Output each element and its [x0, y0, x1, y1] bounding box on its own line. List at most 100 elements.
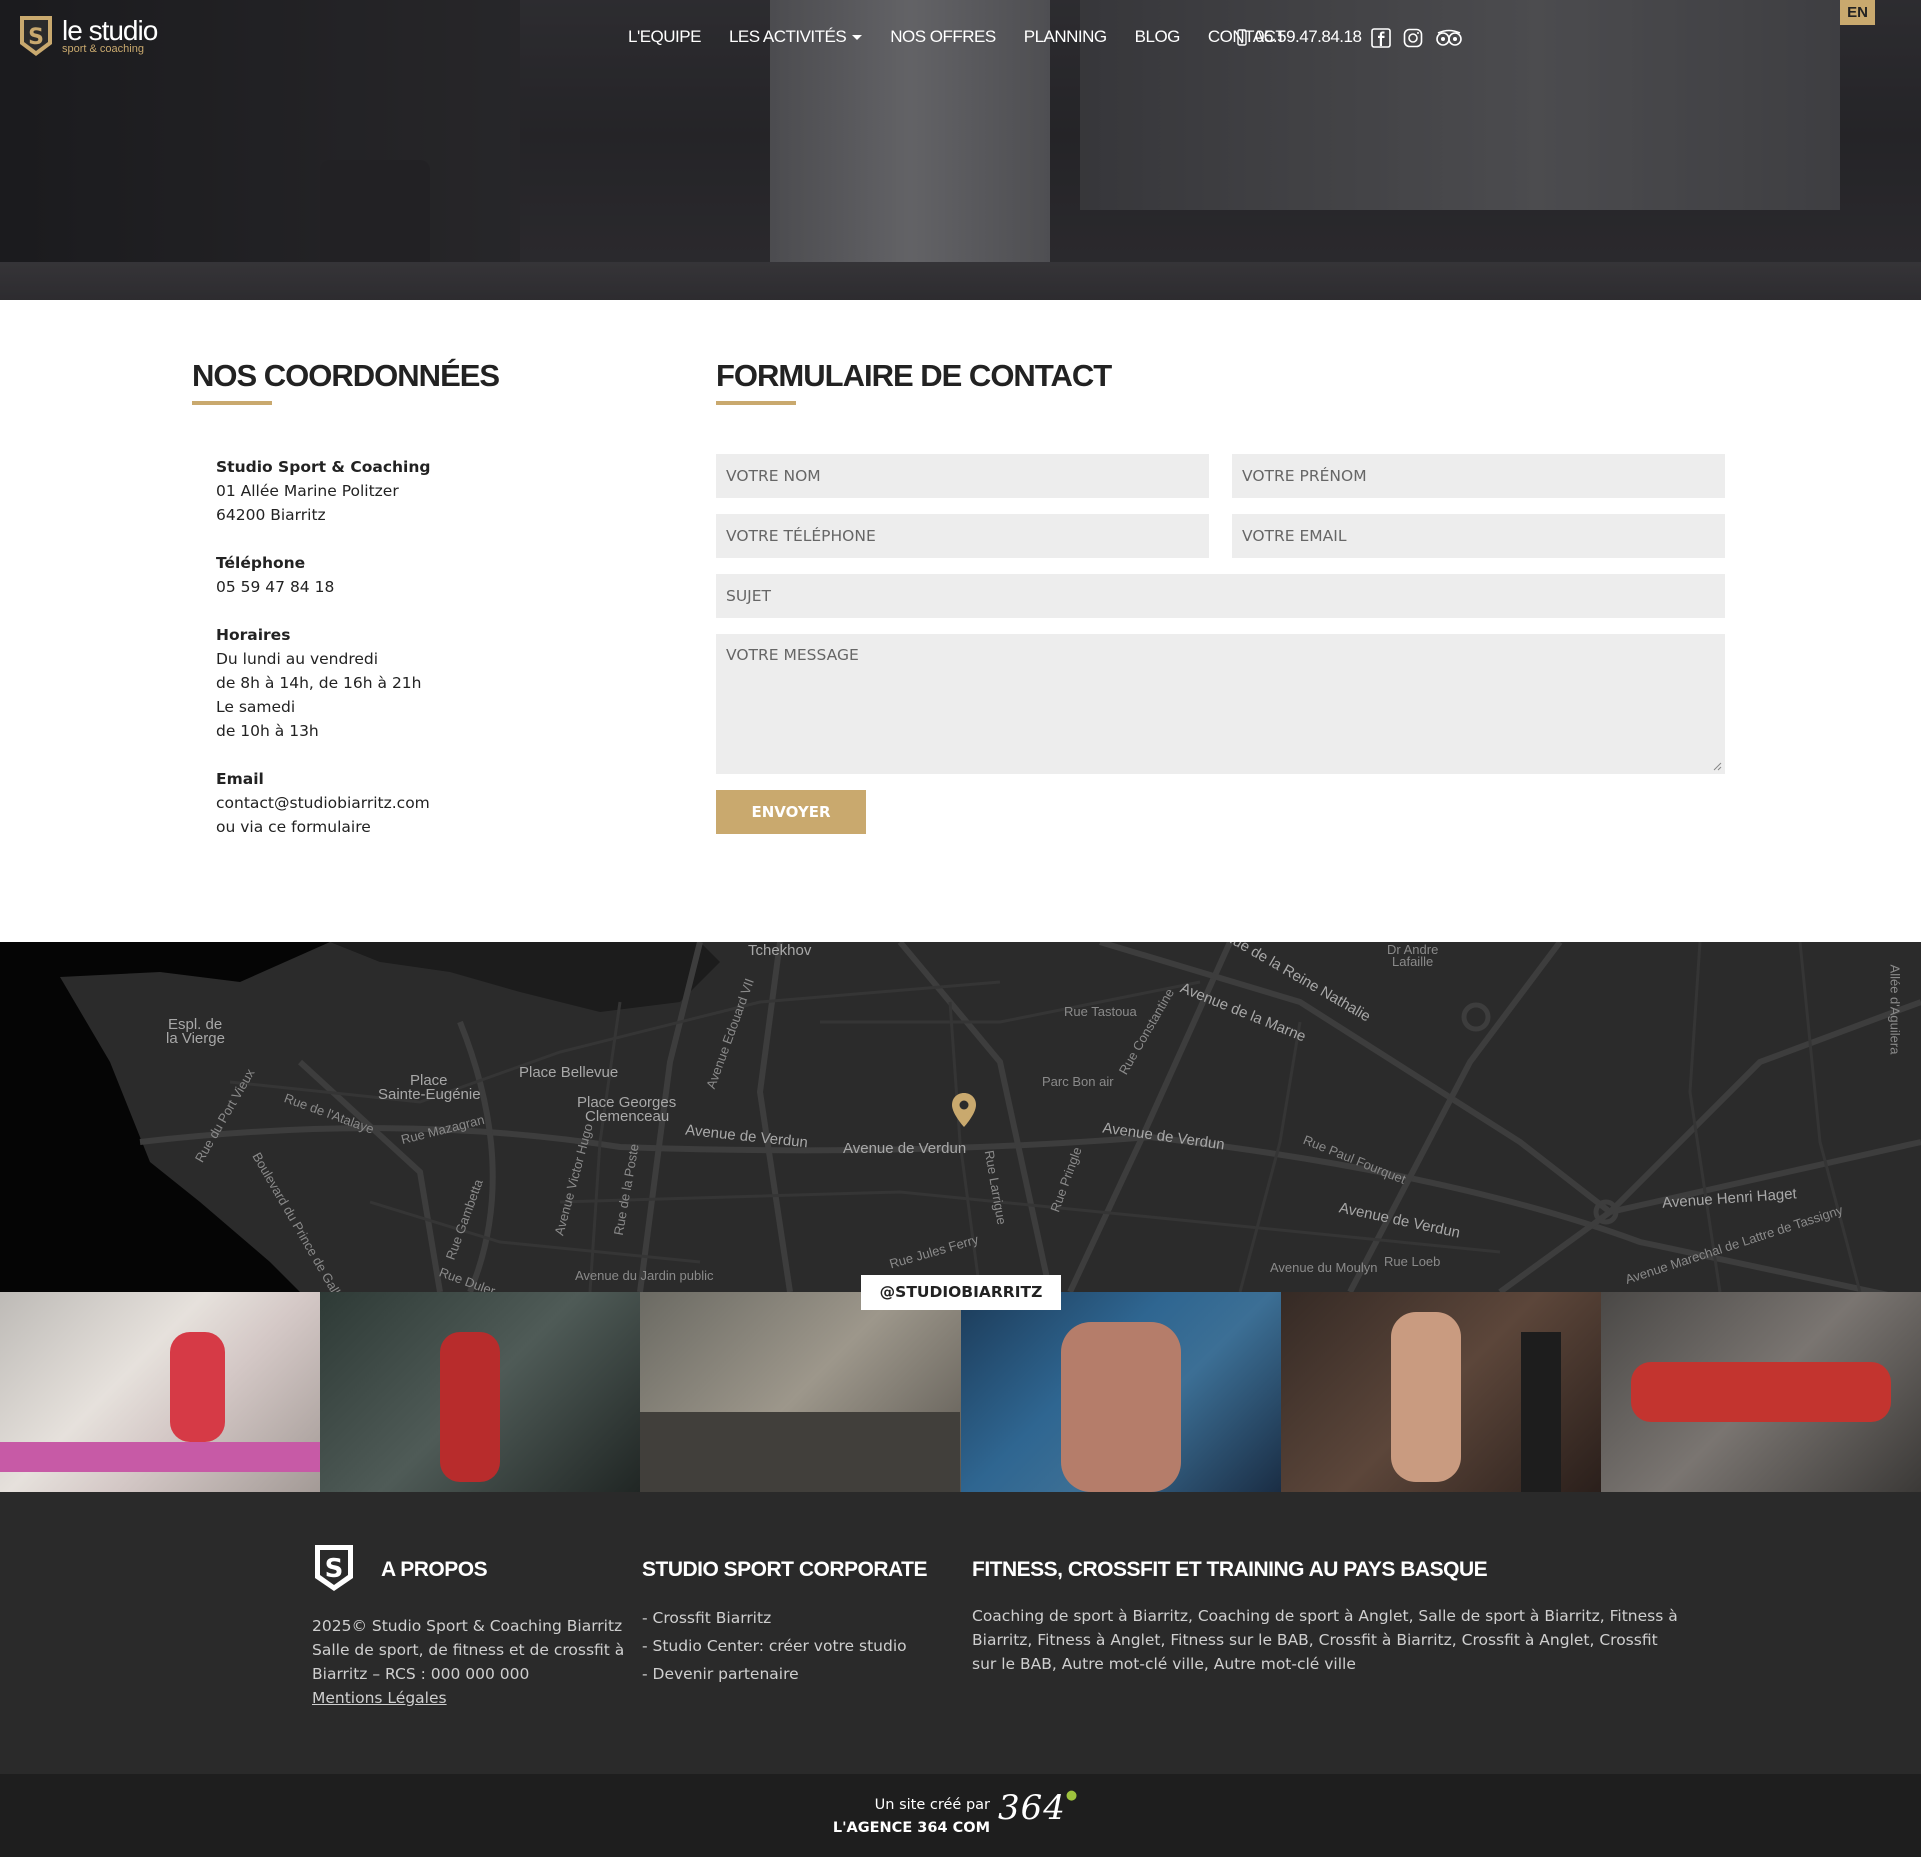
- nav-item-activites[interactable]: LES ACTIVITÉS: [728, 27, 863, 47]
- instagram-photo[interactable]: [640, 1292, 961, 1492]
- language-switch[interactable]: EN: [1840, 0, 1875, 25]
- degree-icon: ●: [1065, 1788, 1079, 1803]
- nav-item-blog[interactable]: BLOG: [1135, 27, 1181, 47]
- map-label: Allée d'Aguilera: [1887, 964, 1903, 1055]
- telephone-input[interactable]: VOTRE TÉLÉPHONE: [716, 514, 1209, 558]
- phone-label: Téléphone: [216, 554, 306, 572]
- sujet-placeholder: SUJET: [726, 587, 772, 605]
- credits-line-1: Un site créé par: [874, 1797, 990, 1813]
- resize-handle-icon[interactable]: [1712, 761, 1722, 771]
- credits-text[interactable]: Un site créé par L'AGENCE 364 COM: [830, 1794, 990, 1840]
- nav-item-activites-label: LES ACTIVITÉS: [728, 27, 847, 46]
- mentions-legales-link[interactable]: Mentions Légales: [312, 1686, 624, 1710]
- email-placeholder: VOTRE EMAIL: [1242, 527, 1347, 545]
- corporate-title: STUDIO SPORT CORPORATE: [642, 1558, 927, 1581]
- footer-logo-shield-icon: S: [315, 1545, 353, 1591]
- corporate-link[interactable]: - Devenir partenaire: [642, 1660, 907, 1688]
- credits-bar: Un site créé par L'AGENCE 364 COM 364●: [0, 1774, 1921, 1857]
- hours-line-4: de 10h à 13h: [216, 722, 319, 740]
- instagram-feed: [0, 1292, 1921, 1492]
- about-line-3: Biarritz – RCS : 000 000 000: [312, 1665, 530, 1683]
- form-title-underline: [716, 401, 796, 405]
- agency-logo[interactable]: 364●: [998, 1788, 1078, 1828]
- svg-text:S: S: [28, 25, 44, 50]
- about-line-1: 2025© Studio Sport & Coaching Biarritz: [312, 1617, 623, 1635]
- tripadvisor-icon[interactable]: [1435, 28, 1463, 53]
- credits-line-2: L'AGENCE 364 COM: [832, 1820, 990, 1836]
- instagram-photo[interactable]: [0, 1292, 321, 1492]
- map-label: Rue Tastoua: [1064, 1004, 1137, 1019]
- company-name: Studio Sport & Coaching: [216, 458, 431, 476]
- mobile-phone-icon: [1237, 28, 1247, 46]
- map-label: Tchekhov: [748, 942, 812, 959]
- phone-value[interactable]: 05 59 47 84 18: [216, 575, 430, 599]
- svg-text:S: S: [325, 1554, 344, 1584]
- nom-placeholder: VOTRE NOM: [726, 467, 821, 485]
- telephone-placeholder: VOTRE TÉLÉPHONE: [726, 527, 876, 545]
- sujet-input[interactable]: SUJET: [716, 574, 1725, 618]
- instagram-photo[interactable]: [320, 1292, 641, 1492]
- fitness-title: FITNESS, CROSSFIT ET TRAINING AU PAYS BA…: [972, 1558, 1488, 1581]
- prenom-placeholder: VOTRE PRÉNOM: [1242, 467, 1367, 485]
- instagram-handle[interactable]: @STUDIOBIARRITZ: [861, 1275, 1061, 1310]
- map-label: Sainte-Eugénie: [378, 1086, 481, 1103]
- coords-title-underline: [192, 401, 272, 405]
- map-label: Avenue du Jardin public: [575, 1268, 714, 1283]
- corporate-links: - Crossfit Biarritz - Studio Center: cré…: [642, 1604, 907, 1688]
- contact-details: Studio Sport & Coaching 01 Allée Marine …: [216, 455, 430, 863]
- map-label: Avenue du Moulyn: [1270, 1260, 1378, 1275]
- map-label: la Vierge: [166, 1030, 225, 1047]
- message-placeholder: VOTRE MESSAGE: [726, 646, 859, 664]
- logo-shield-icon: S: [20, 16, 52, 56]
- nav-item-equipe[interactable]: L'EQUIPE: [628, 27, 701, 47]
- map-label: Avenue de Verdun: [843, 1140, 967, 1157]
- site-logo[interactable]: S le studio sport & coaching: [18, 14, 158, 58]
- nom-input[interactable]: VOTRE NOM: [716, 454, 1209, 498]
- email-value[interactable]: contact@studiobiarritz.com: [216, 791, 430, 815]
- form-title: FORMULAIRE DE CONTACT: [716, 358, 1112, 393]
- envoyer-button[interactable]: ENVOYER: [716, 790, 866, 834]
- header-phone[interactable]: 05.59.47.84.18: [1237, 27, 1362, 47]
- logo-title: le studio: [62, 14, 158, 46]
- logo-subtitle: sport & coaching: [62, 42, 144, 55]
- email-note: ou via ce formulaire: [216, 818, 371, 836]
- message-textarea[interactable]: VOTRE MESSAGE: [716, 634, 1725, 774]
- fitness-line-2: Biarritz, Fitness à Anglet, Fitness sur …: [972, 1631, 1658, 1649]
- map-label: Place Bellevue: [519, 1064, 619, 1081]
- facebook-icon[interactable]: [1371, 28, 1391, 53]
- about-text: 2025© Studio Sport & Coaching Biarritz S…: [312, 1614, 624, 1710]
- prenom-input[interactable]: VOTRE PRÉNOM: [1232, 454, 1725, 498]
- caret-down-icon: [852, 35, 863, 41]
- footer: S A PROPOS 2025© Studio Sport & Coaching…: [0, 1492, 1921, 1774]
- hours-line-1: Du lundi au vendredi: [216, 650, 379, 668]
- instagram-photo[interactable]: [1600, 1292, 1921, 1492]
- map-label: Clemenceau: [585, 1108, 670, 1125]
- email-label: Email: [216, 770, 264, 788]
- corporate-link[interactable]: - Crossfit Biarritz: [642, 1604, 907, 1632]
- coords-title: NOS COORDONNÉES: [192, 358, 500, 393]
- instagram-icon[interactable]: [1403, 28, 1423, 53]
- map-label: Lafaille: [1392, 954, 1434, 969]
- address-line-1: 01 Allée Marine Politzer: [216, 482, 399, 500]
- hours-label: Horaires: [216, 626, 291, 644]
- nav-item-offres[interactable]: NOS OFFRES: [890, 27, 996, 47]
- fitness-keywords: Coaching de sport à Biarritz, Coaching d…: [972, 1604, 1678, 1676]
- about-line-2: Salle de sport, de fitness et de crossfi…: [312, 1641, 625, 1659]
- map-pin-icon[interactable]: [950, 1092, 978, 1128]
- fitness-line-3: sur le BAB, Autre mot-clé ville, Autre m…: [972, 1655, 1356, 1673]
- agency-logo-text: 364: [998, 1788, 1066, 1828]
- main-nav: L'EQUIPE LES ACTIVITÉS NOS OFFRES PLANNI…: [628, 27, 1286, 47]
- hours-line-3: Le samedi: [216, 698, 296, 716]
- social-links: [1371, 28, 1463, 53]
- nav-item-planning[interactable]: PLANNING: [1024, 27, 1107, 47]
- instagram-photo[interactable]: [1280, 1292, 1601, 1492]
- instagram-photo[interactable]: [960, 1292, 1281, 1492]
- corporate-link[interactable]: - Studio Center: créer votre studio: [642, 1632, 907, 1660]
- hours-line-2: de 8h à 14h, de 16h à 21h: [216, 674, 422, 692]
- address-line-2: 64200 Biarritz: [216, 506, 326, 524]
- header-phone-number: 05.59.47.84.18: [1255, 27, 1362, 46]
- about-title: A PROPOS: [381, 1558, 488, 1581]
- email-input[interactable]: VOTRE EMAIL: [1232, 514, 1725, 558]
- map-label: Parc Bon air: [1042, 1074, 1114, 1089]
- fitness-line-1: Coaching de sport à Biarritz, Coaching d…: [972, 1607, 1678, 1625]
